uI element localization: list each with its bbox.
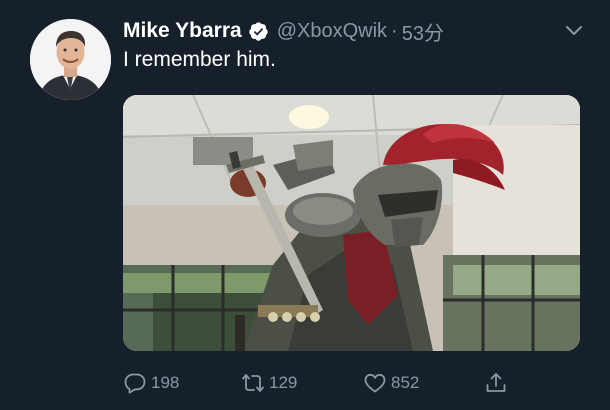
author-display-name[interactable]: Mike Ybarra <box>123 19 242 43</box>
chevron-down-icon[interactable] <box>565 22 583 40</box>
roman-soldier-photo <box>123 95 580 351</box>
tweet-actions: 198 129 852 <box>123 368 580 398</box>
heart-icon <box>364 373 386 393</box>
author-handle[interactable]: @XboxQwik <box>277 20 387 43</box>
tweet-text: I remember him. <box>123 48 276 71</box>
like-count: 852 <box>391 373 420 392</box>
header-separator: · <box>391 19 398 42</box>
tweet-photo[interactable] <box>123 95 580 351</box>
like-button[interactable]: 852 <box>363 368 419 398</box>
avatar-image <box>30 19 111 100</box>
reply-button[interactable]: 198 <box>123 368 179 398</box>
retweet-icon <box>242 374 264 392</box>
share-icon <box>486 373 506 392</box>
reply-icon <box>124 373 146 394</box>
share-button[interactable] <box>484 368 512 398</box>
author-avatar[interactable] <box>30 19 111 100</box>
retweet-count: 129 <box>269 373 298 392</box>
retweet-button[interactable]: 129 <box>241 368 297 398</box>
tweet-timestamp[interactable]: 53分 <box>402 17 444 46</box>
tweet-card[interactable]: Mike Ybarra @XboxQwik · 53分 I remember h… <box>0 0 610 410</box>
reply-count: 198 <box>151 373 180 392</box>
tweet-header: Mike Ybarra @XboxQwik · 53分 <box>123 17 444 45</box>
verified-badge-icon <box>248 21 269 42</box>
